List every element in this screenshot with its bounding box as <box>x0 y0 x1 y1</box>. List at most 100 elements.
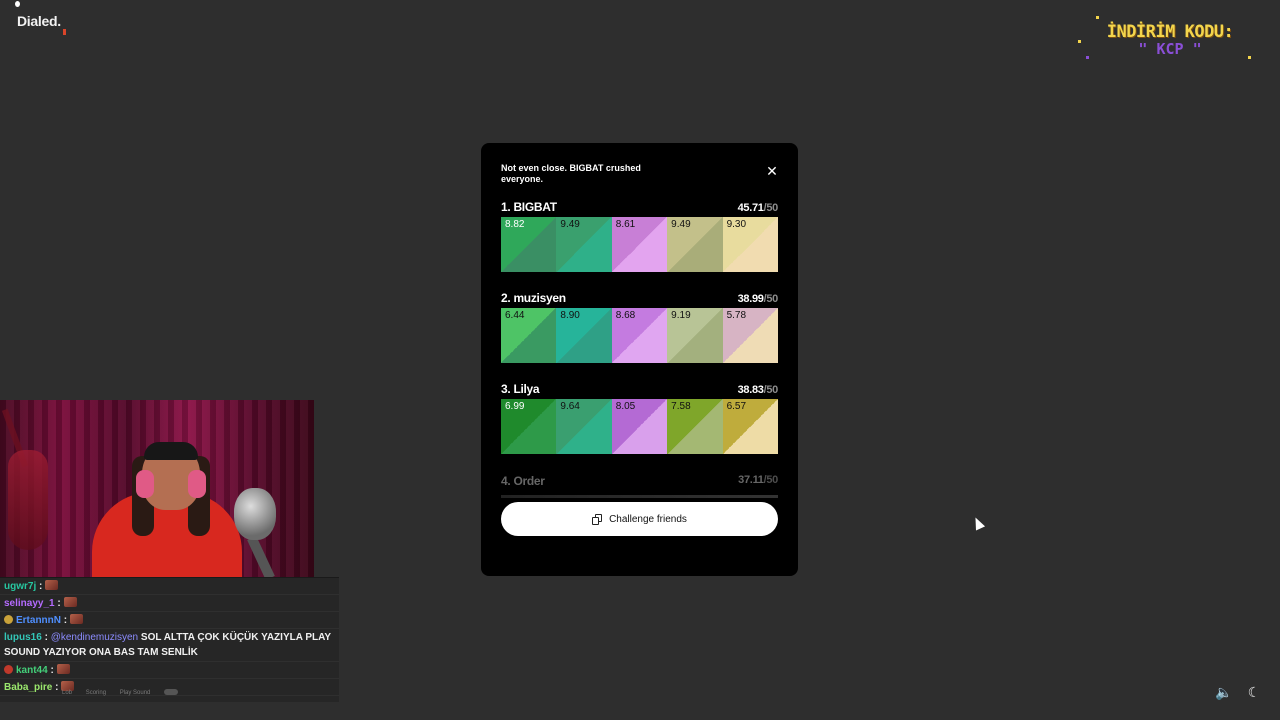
chat-separator: : <box>44 632 48 643</box>
score-tiles: 6.44 8.90 8.68 9.19 5.78 <box>501 308 778 363</box>
tile-value: 8.90 <box>560 310 580 321</box>
tile-value: 7.58 <box>671 401 691 412</box>
score-tiles: 8.82 9.49 8.61 9.49 9.30 <box>501 217 778 272</box>
tile-value: 8.68 <box>615 310 636 321</box>
chat-username: selinayy_1 <box>4 598 55 609</box>
badge-icon <box>4 615 13 624</box>
results-modal: Not even close. BIGBAT crushed everyone.… <box>481 143 798 576</box>
score-tile[interactable]: 8.90 <box>556 308 612 363</box>
footer-link-play-sound[interactable]: Play Sound <box>120 690 151 696</box>
score-tile[interactable]: 8.05 <box>611 399 668 454</box>
chat-separator: : <box>50 665 54 676</box>
score-tiles: 6.99 9.64 8.05 7.58 6.57 <box>501 399 778 454</box>
player-score: 45.71/50 <box>737 202 779 214</box>
score-tile[interactable]: 8.68 <box>611 308 668 363</box>
footer-link-scoring[interactable]: Scoring <box>86 690 106 696</box>
player-row: 2. muzisyen 38.99/50 6.44 8.90 8.68 9.19 5.78 <box>501 291 778 363</box>
player-score: 38.83/50 <box>737 384 779 396</box>
chat-overlay: ugwr7j : selinayy_1 : ErtannnN : lupus16… <box>0 577 339 702</box>
webcam-overlay <box>0 400 314 577</box>
tile-value: 6.44 <box>505 310 525 321</box>
chat-message: ErtannnN : <box>0 612 339 629</box>
tile-value: 8.05 <box>615 401 636 412</box>
player-row: 1. BIGBAT 45.71/50 8.82 9.49 8.61 9.49 9.30 <box>501 200 778 272</box>
promo-pixel <box>1248 56 1251 59</box>
toggle-pill[interactable] <box>164 689 179 695</box>
score-tile[interactable]: 9.19 <box>667 308 723 363</box>
chat-message: lupus16 : @kendinemuzisyen SOL ALTTA ÇOK… <box>0 629 339 662</box>
tile-value: 9.19 <box>671 310 691 321</box>
tile-value: 6.57 <box>726 401 747 412</box>
emote-icon <box>63 597 77 607</box>
scroll-fade-divider <box>501 495 778 498</box>
score-tile[interactable]: 9.49 <box>667 217 723 272</box>
footer-link-lob[interactable]: Lob <box>62 690 72 696</box>
challenge-label: Challenge friends <box>609 513 687 525</box>
emote-icon <box>70 614 84 624</box>
chat-username: lupus16 <box>4 632 42 643</box>
badge-icon <box>4 665 13 674</box>
chat-message: selinayy_1 : <box>0 595 339 612</box>
result-message: Not even close. BIGBAT crushed everyone. <box>501 163 641 184</box>
player-row-faded: 4. Order 37.11/50 <box>501 474 778 488</box>
chat-mention: @kendinemuzisyen <box>50 632 139 643</box>
tile-value: 6.99 <box>505 401 525 412</box>
player-row: 3. Lilya 38.83/50 6.99 9.64 8.05 7.58 6.57 <box>501 382 778 454</box>
chat-username: kant44 <box>16 665 48 676</box>
tile-value: 9.49 <box>671 219 691 230</box>
score-tile[interactable]: 8.61 <box>611 217 668 272</box>
volume-icon[interactable]: 🔈 <box>1215 684 1233 701</box>
score-tile[interactable]: 9.64 <box>556 399 612 454</box>
chat-username: ugwr7j <box>4 581 37 592</box>
tile-value: 9.49 <box>560 219 580 230</box>
score-tile[interactable]: 9.49 <box>556 217 612 272</box>
close-icon[interactable]: ✕ <box>763 162 781 180</box>
promo-title: İNDİRİM KODU: <box>1106 22 1234 42</box>
chat-separator: : <box>39 581 43 592</box>
player-name: 4. Order <box>501 474 545 488</box>
tile-value: 9.64 <box>560 401 580 412</box>
tile-value: 5.78 <box>726 310 747 321</box>
score-tile[interactable]: 5.78 <box>722 308 778 363</box>
bottom-controls: 🔈 ☾ <box>1215 684 1263 701</box>
guitar-image <box>8 450 48 550</box>
promo-pixel <box>1086 56 1089 59</box>
player-name: 1. BIGBAT <box>501 200 557 214</box>
mouse-cursor-icon <box>970 515 986 531</box>
chat-username: ErtannnN <box>16 615 61 626</box>
score-tile[interactable]: 8.82 <box>501 217 557 272</box>
score-tile[interactable]: 9.30 <box>722 217 778 272</box>
microphone-image <box>234 488 276 540</box>
chat-username: Baba_pire <box>4 682 53 693</box>
emote-icon <box>45 580 59 590</box>
copy-icon <box>592 513 603 525</box>
promo-pixel <box>1096 16 1099 19</box>
tile-value: 8.82 <box>505 219 525 230</box>
tile-value: 8.61 <box>615 219 636 230</box>
emote-icon <box>56 664 70 674</box>
player-name: 3. Lilya <box>501 382 540 396</box>
player-score: 38.99/50 <box>737 293 779 305</box>
footer-links: Lob Scoring Play Sound <box>62 689 190 696</box>
score-tile[interactable]: 7.58 <box>667 399 723 454</box>
headset-image <box>136 470 154 498</box>
logo-spark-decoration <box>63 29 66 35</box>
app-logo[interactable]: Dialed. <box>17 13 61 29</box>
moon-icon[interactable]: ☾ <box>1245 684 1263 701</box>
chat-message: ugwr7j : <box>0 578 339 595</box>
score-tile[interactable]: 6.99 <box>501 399 557 454</box>
logo-dot-decoration <box>15 1 20 7</box>
score-tile[interactable]: 6.57 <box>722 399 778 454</box>
challenge-friends-button[interactable]: Challenge friends <box>501 502 778 536</box>
promo-overlay: İNDİRİM KODU: " KCP " <box>1078 14 1260 66</box>
promo-code: " KCP " <box>1138 40 1202 58</box>
score-tile[interactable]: 6.44 <box>501 308 557 363</box>
chat-separator: : <box>63 615 68 626</box>
player-score: 37.11/50 <box>738 474 778 486</box>
player-name: 2. muzisyen <box>501 291 566 305</box>
promo-pixel <box>1078 40 1081 43</box>
chat-message: kant44 : <box>0 662 339 679</box>
tile-value: 9.30 <box>726 219 747 230</box>
chat-separator: : <box>57 598 61 609</box>
chat-separator: : <box>55 682 59 693</box>
